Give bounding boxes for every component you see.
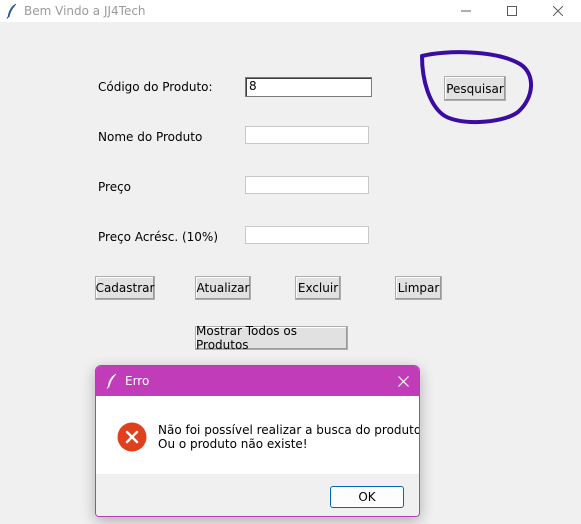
dialog-close-button[interactable] <box>387 366 419 396</box>
feather-icon <box>106 373 117 389</box>
excluir-button[interactable]: Excluir <box>295 276 341 300</box>
ok-button[interactable]: OK <box>330 486 404 508</box>
nome-label: Nome do Produto <box>98 130 203 144</box>
close-icon <box>553 6 563 16</box>
close-button[interactable] <box>535 0 581 22</box>
maximize-icon <box>507 6 517 16</box>
preco-acresc-input[interactable] <box>245 226 369 244</box>
dialog-message-line1: Não foi possível realizar a busca do pro… <box>158 423 420 437</box>
window-titlebar: Bem Vindo a JJ4Tech <box>0 0 581 22</box>
preco-input[interactable] <box>245 176 369 194</box>
window-title: Bem Vindo a JJ4Tech <box>24 4 146 18</box>
codigo-input[interactable]: 8 <box>245 77 372 97</box>
preco-label: Preço <box>98 180 132 194</box>
minimize-icon <box>461 10 471 12</box>
pesquisar-button[interactable]: Pesquisar <box>444 76 506 101</box>
cadastrar-button[interactable]: Cadastrar <box>95 276 155 300</box>
close-icon <box>397 375 409 387</box>
nome-input[interactable] <box>245 126 369 144</box>
dialog-footer: OK <box>96 474 419 516</box>
dialog-title: Erro <box>125 374 150 388</box>
dialog-message-line2: Ou o produto não existe! <box>158 437 308 451</box>
dialog-titlebar: Erro <box>96 366 419 396</box>
limpar-button[interactable]: Limpar <box>395 276 442 300</box>
maximize-button[interactable] <box>489 0 535 22</box>
preco-acresc-label: Preço Acrésc. (10%) <box>98 230 218 244</box>
minimize-button[interactable] <box>443 0 489 22</box>
error-dialog: Erro Não foi possível realizar a busca d… <box>95 365 420 517</box>
feather-icon <box>6 3 17 19</box>
atualizar-button[interactable]: Atualizar <box>195 276 251 300</box>
error-icon <box>117 422 147 452</box>
mostrar-todos-button[interactable]: Mostrar Todos os Produtos <box>195 324 348 352</box>
codigo-label: Código do Produto: <box>98 80 213 94</box>
